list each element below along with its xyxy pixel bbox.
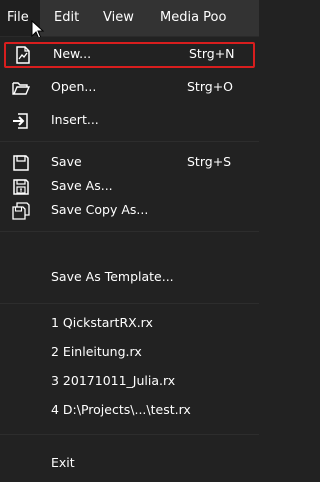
menu-item-save-as-template[interactable]: Save As Template... (0, 265, 259, 291)
menu-view[interactable]: View (103, 10, 134, 25)
menu-edit[interactable]: Edit (54, 10, 79, 25)
recent-file-label: 1 QickstartRX.rx (51, 315, 153, 330)
new-document-icon (16, 46, 30, 64)
menu-item-new[interactable]: New... Strg+N (4, 42, 255, 68)
folder-open-icon (12, 82, 31, 95)
menu-item-insert[interactable]: Insert... (0, 108, 259, 134)
recent-file-item[interactable]: 3 20171011_Julia.rx (0, 369, 259, 395)
save-icon (13, 155, 29, 171)
menu-item-new-label: New... (53, 46, 92, 61)
menu-item-save-as[interactable]: Save As... (0, 174, 259, 200)
menu-media-pool[interactable]: Media Poo (160, 10, 226, 25)
menu-item-new-shortcut: Strg+N (189, 46, 235, 61)
menu-item-save-as-label: Save As... (51, 178, 113, 193)
save-as-icon (13, 179, 29, 195)
menu-item-open-label: Open... (51, 79, 97, 94)
recent-file-label: 4 D:\Projects\...\test.rx (51, 402, 191, 417)
recent-file-label: 3 20171011_Julia.rx (51, 373, 176, 388)
menu-item-save-as-template-label: Save As Template... (51, 269, 174, 284)
insert-icon (13, 113, 28, 129)
menu-separator (0, 231, 259, 232)
menu-item-insert-label: Insert... (51, 112, 99, 127)
menu-separator (0, 303, 259, 304)
menu-separator (0, 434, 259, 435)
menu-item-open-shortcut: Strg+O (187, 79, 234, 94)
menu-item-save-label: Save (51, 154, 82, 169)
menu-separator (0, 141, 259, 142)
menu-item-save[interactable]: Save Strg+S (0, 150, 259, 176)
recent-file-item[interactable]: 1 QickstartRX.rx (0, 311, 259, 337)
menu-item-save-shortcut: Strg+S (187, 154, 232, 169)
menu-item-save-copy-as-label: Save Copy As... (51, 202, 149, 217)
file-menu-dropdown: New... Strg+N Open... Strg+O Insert... S… (0, 37, 259, 482)
save-copy-icon (12, 202, 30, 220)
recent-file-label: 2 Einleitung.rx (51, 344, 142, 359)
menu-item-open[interactable]: Open... Strg+O (0, 75, 259, 101)
menu-item-exit[interactable]: Exit (0, 451, 259, 477)
menu-item-exit-label: Exit (51, 455, 75, 470)
recent-file-item[interactable]: 4 D:\Projects\...\test.rx (0, 398, 259, 424)
recent-file-item[interactable]: 2 Einleitung.rx (0, 340, 259, 366)
menu-item-save-copy-as[interactable]: Save Copy As... (0, 198, 259, 224)
